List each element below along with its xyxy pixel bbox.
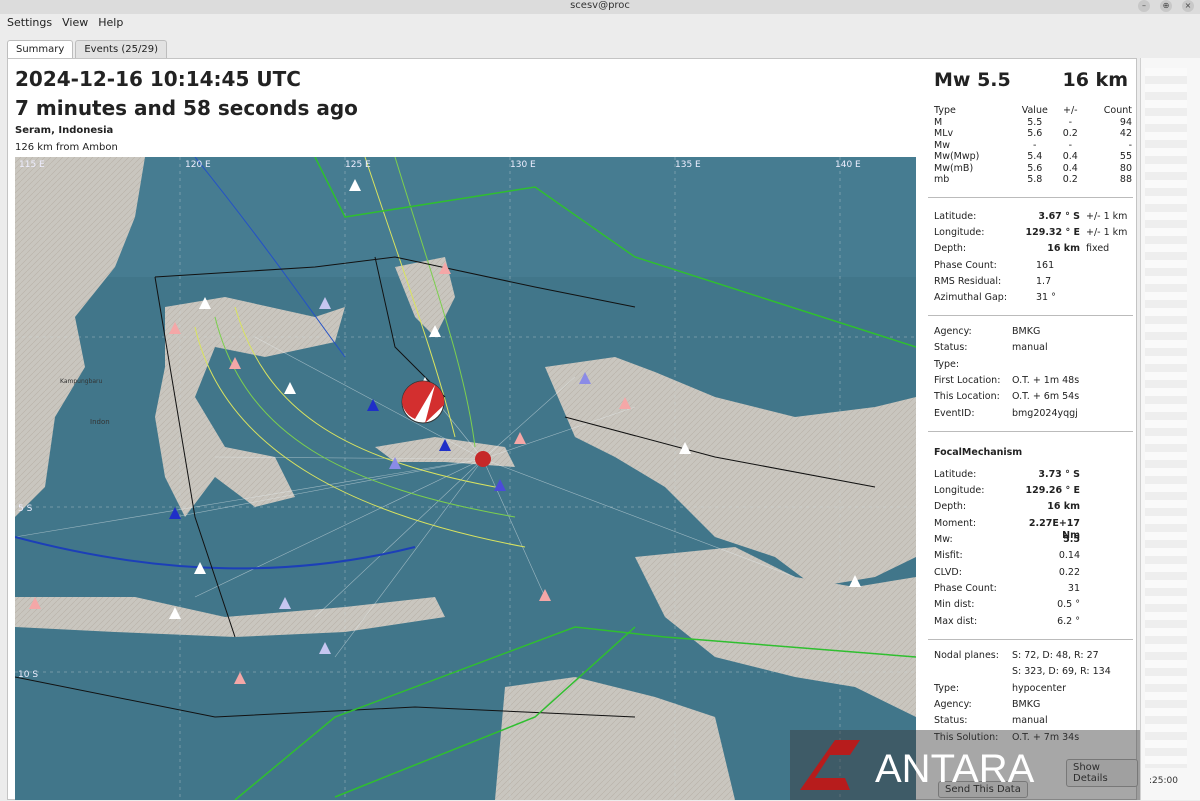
fm-type: Type: hypocenter: [934, 683, 1067, 694]
lon-label: 130 E: [510, 160, 536, 170]
epicenter-marker[interactable]: [475, 451, 491, 467]
table-row: Mw - - -: [934, 139, 1132, 151]
fm-nodal-planes: Nodal planes: S: 72, D: 48, R: 27: [934, 650, 1099, 661]
type-row: Type:: [934, 359, 960, 370]
table-row: MLv 5.6 0.2 42: [934, 128, 1132, 139]
map-canvas: 115 E 120 E 125 E 130 E 135 E 140 E 5 S …: [15, 157, 916, 800]
lon-label: 135 E: [675, 160, 701, 170]
lon-label: 125 E: [345, 160, 371, 170]
lat-label: 5 S: [18, 504, 33, 514]
lon-label: 140 E: [835, 160, 861, 170]
window-controls: – ⊕ ×: [1138, 0, 1194, 12]
magnitude-table: Type Value +/- Count M 5.5-94 MLv 5.6 0.2 42…: [934, 105, 1132, 186]
close-button[interactable]: ×: [1182, 0, 1194, 12]
tab-summary[interactable]: Summary: [7, 40, 74, 58]
divider: [928, 315, 1133, 316]
fm-max-dist: Max dist: 6.2 °: [934, 616, 1080, 627]
table-row: mb 5.8 0.2 88: [934, 174, 1132, 185]
event-map[interactable]: 115 E 120 E 125 E 130 E 135 E 140 E 5 S …: [15, 157, 916, 800]
timeline-tick: :25:00: [1149, 776, 1178, 786]
summary-panel: 2024-12-16 10:14:45 UTC 7 minutes and 58…: [7, 58, 1138, 801]
this-location-row: This Location: O.T. + 6m 54s: [934, 391, 1080, 402]
maximize-button[interactable]: ⊕: [1160, 0, 1172, 12]
place-label: Indon: [90, 418, 110, 426]
tab-events[interactable]: Events (25/29): [75, 40, 167, 58]
fm-longitude: Longitude: 129.26 ° E: [934, 485, 1080, 496]
menu-view[interactable]: View: [62, 16, 88, 34]
focal-mechanism-beachball[interactable]: [401, 380, 445, 424]
fm-phase-count: Phase Count: 31: [934, 583, 1080, 594]
fm-agency: Agency: BMKG: [934, 699, 1041, 710]
origin-rms: RMS Residual: 1.7: [934, 276, 1052, 287]
menubar: Settings View Help: [0, 16, 123, 34]
fm-min-dist: Min dist: 0.5 °: [934, 599, 1080, 610]
menu-help[interactable]: Help: [98, 16, 123, 34]
ocean-shallow: [15, 157, 916, 277]
menu-settings[interactable]: Settings: [7, 16, 52, 34]
fm-latitude: Latitude: 3.73 ° S: [934, 469, 1080, 480]
lon-label: 120 E: [185, 160, 211, 170]
fm-status: Status: manual: [934, 715, 1048, 726]
origin-gap: Azimuthal Gap: 31 °: [934, 292, 1056, 303]
event-region: Seram, Indonesia: [15, 125, 114, 136]
divider: [928, 197, 1133, 198]
origin-phase-count: Phase Count: 161: [934, 260, 1055, 271]
depth-value: 16 km: [1062, 69, 1129, 91]
fm-misfit: Misfit: 0.14: [934, 550, 1080, 561]
place-label: Kampungbaru: [60, 378, 103, 385]
magnitude-value: Mw 5.5: [934, 69, 1011, 91]
table-header-row: Type Value +/- Count: [934, 105, 1132, 116]
details-sidebar: Mw 5.5 16 km Type Value +/- Count M 5.5-9…: [926, 59, 1138, 801]
table-row: Mw(Mwp) 5.4 0.4 55: [934, 151, 1132, 162]
table-row: Mw(mB) 5.6 0.4 80: [934, 162, 1132, 174]
window-titlebar: scesv@proc – ⊕ ×: [0, 0, 1200, 14]
event-ago: 7 minutes and 58 seconds ago: [15, 96, 358, 120]
origin-longitude: Longitude: 129.32 ° E +/- 1 km: [934, 227, 1128, 238]
watermark-text: ANTARA: [875, 747, 1035, 791]
agency-row: Agency: BMKG: [934, 326, 1041, 337]
origin-latitude: Latitude: 3.67 ° S +/- 1 km: [934, 211, 1128, 222]
focal-mechanism-title: FocalMechanism: [934, 447, 1023, 458]
status-row: Status: manual: [934, 342, 1048, 353]
timeline-rows: [1145, 68, 1187, 768]
divider: [928, 639, 1133, 640]
lat-label: 10 S: [18, 670, 38, 680]
fm-depth: Depth: 16 km: [934, 501, 1080, 512]
fm-nodal-planes-2: S: 323, D: 69, R: 134: [1012, 666, 1111, 677]
event-distance: 126 km from Ambon: [15, 142, 118, 153]
event-time: 2024-12-16 10:14:45 UTC: [15, 67, 301, 91]
event-id-row: EventID: bmg2024yqgj: [934, 408, 1078, 419]
minimize-button[interactable]: –: [1138, 0, 1150, 12]
fm-mw: Mw: 5.5: [934, 534, 1080, 545]
timeline-strip[interactable]: :25:00: [1140, 58, 1200, 800]
antara-watermark: ANTARA: [790, 730, 1140, 800]
table-row: M 5.5-94: [934, 116, 1132, 128]
window-title: scesv@proc: [570, 0, 630, 11]
fm-clvd: CLVD: 0.22: [934, 567, 1080, 578]
divider: [928, 431, 1133, 432]
first-location-row: First Location: O.T. + 1m 48s: [934, 375, 1080, 386]
lon-label: 115 E: [19, 160, 45, 170]
tab-bar: Summary Events (25/29): [7, 40, 167, 58]
origin-depth: Depth: 16 km fixed: [934, 243, 1110, 254]
